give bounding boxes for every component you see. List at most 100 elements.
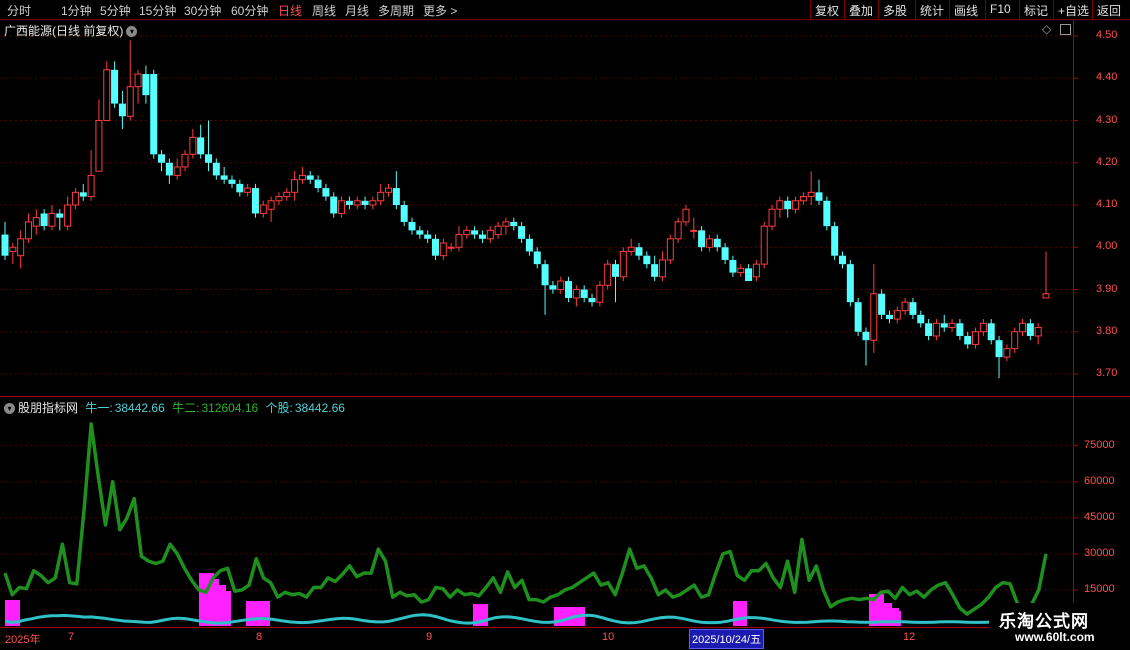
candle-body-up xyxy=(979,322,987,333)
indicator-tick-label: 60000 xyxy=(1084,474,1115,487)
candle-body-down xyxy=(533,251,541,265)
candle-body-up xyxy=(377,191,385,202)
candle-body-up xyxy=(666,238,674,261)
candle-body-down xyxy=(643,255,651,265)
candle-body-up xyxy=(760,225,768,265)
price-tick-label: 4.50 xyxy=(1096,29,1118,41)
candle-body-up xyxy=(1011,331,1019,350)
candle-body-down xyxy=(635,247,643,256)
legend-niu2-value: 312604.16 xyxy=(201,401,259,415)
candle-body-down xyxy=(424,234,432,239)
candle-body-up xyxy=(596,284,604,303)
candle-body-down xyxy=(40,213,48,227)
candle-body-up xyxy=(103,69,111,122)
legend-niu2-label: 牛二: xyxy=(172,401,200,415)
candle-body-down xyxy=(118,103,126,117)
candle-body-up xyxy=(948,322,956,329)
candlestick-chart[interactable] xyxy=(0,0,1130,650)
diamond-icon[interactable]: ◇ xyxy=(1042,22,1051,36)
candle-body-down xyxy=(815,192,823,201)
candle-body-up xyxy=(705,238,713,248)
candle-body-up xyxy=(682,208,690,223)
candle-body-up xyxy=(385,187,393,193)
candle-body-down xyxy=(471,230,479,235)
candle-body-down xyxy=(745,268,753,282)
candle-body-down xyxy=(79,192,87,197)
panel-controls: ◇ xyxy=(1042,22,1071,36)
candle-body-down xyxy=(205,154,213,163)
price-tick-label: 4.20 xyxy=(1096,155,1118,168)
candle-body-down xyxy=(651,264,659,277)
candle-body-down xyxy=(721,247,729,260)
chevron-down-icon[interactable]: ▾ xyxy=(126,26,138,38)
candle-body-up xyxy=(283,191,291,198)
candle-body-up xyxy=(972,331,980,345)
candle-body-up xyxy=(807,191,815,198)
candle-body-down xyxy=(909,302,917,315)
candle-body-down xyxy=(541,264,549,286)
candle-body-down xyxy=(142,74,150,96)
price-tick-label: 4.10 xyxy=(1096,198,1118,210)
candle-body-down xyxy=(885,314,893,320)
price-tick-label: 4.30 xyxy=(1096,113,1118,126)
price-tick-label: 4.00 xyxy=(1096,240,1118,253)
signal-bar xyxy=(255,601,270,626)
candle-body-up xyxy=(9,246,17,252)
candle-body-down xyxy=(831,226,839,256)
candle-body-down xyxy=(220,175,228,180)
candle-body-down xyxy=(236,183,244,193)
candle-body-down xyxy=(1,234,9,256)
candle-body-down xyxy=(197,137,205,155)
candle-body-down xyxy=(212,162,220,176)
candle-body-up xyxy=(439,242,447,257)
candle-body-up xyxy=(932,322,940,337)
candle-body-down xyxy=(846,264,854,303)
candle-body-down xyxy=(150,74,158,155)
candle-body-up xyxy=(298,174,306,181)
indicator-name: 股朋指标网 xyxy=(18,401,79,415)
candle-body-down xyxy=(862,331,870,341)
price-tick-label: 4.40 xyxy=(1096,71,1118,84)
indicator-tick-label: 75000 xyxy=(1084,438,1115,451)
candle-body-up xyxy=(572,289,580,299)
indicator-tick-label: 30000 xyxy=(1084,546,1115,559)
candle-body-up xyxy=(1042,293,1050,299)
candle-body-up xyxy=(259,204,267,214)
date-label-jul: 7 xyxy=(68,631,75,643)
candle-body-down xyxy=(964,335,972,345)
candle-body-up xyxy=(486,229,494,240)
candle-body-up xyxy=(338,200,346,214)
candle-body-up xyxy=(189,136,197,155)
candle-body-down xyxy=(917,314,925,324)
candle-body-up xyxy=(799,196,807,202)
signal-bar xyxy=(891,611,901,626)
site-logo: 乐淘公式网 www.60lt.com xyxy=(989,603,1130,650)
indicator-layer xyxy=(3,422,1048,626)
candle-body-down xyxy=(158,154,166,163)
candle-body-up xyxy=(901,301,909,312)
window-toggle-icon[interactable] xyxy=(1059,24,1071,36)
candle-body-up xyxy=(32,217,40,227)
candle-body-up xyxy=(776,200,784,210)
candle-body-up xyxy=(737,267,745,274)
candle-body-down xyxy=(251,188,259,214)
indicator-title: ▾ 股朋指标网 牛一: 38442.66 牛二: 312604.16 个股: 38442… xyxy=(4,399,345,416)
price-tick-label: 3.80 xyxy=(1096,324,1118,337)
candle-body-down xyxy=(510,221,518,227)
price-tick-label: 3.70 xyxy=(1096,367,1118,379)
legend-stock-value: 38442.66 xyxy=(294,401,345,415)
candle-body-down xyxy=(1026,323,1034,336)
green-indicator-line xyxy=(3,422,1048,616)
candle-body-down xyxy=(784,200,792,210)
candle-body-down xyxy=(729,259,737,273)
chevron-down-icon[interactable]: ▾ xyxy=(4,403,15,415)
date-label-dec: 12 xyxy=(903,631,916,643)
candle-body-down xyxy=(478,234,486,239)
candle-body-down xyxy=(956,323,964,336)
candle-body-down xyxy=(925,323,933,336)
candle-body-up xyxy=(64,204,72,227)
candle-body-up xyxy=(244,187,252,193)
candle-body-up xyxy=(291,179,299,193)
candle-body-down xyxy=(987,323,995,341)
candle-body-down xyxy=(565,281,573,298)
